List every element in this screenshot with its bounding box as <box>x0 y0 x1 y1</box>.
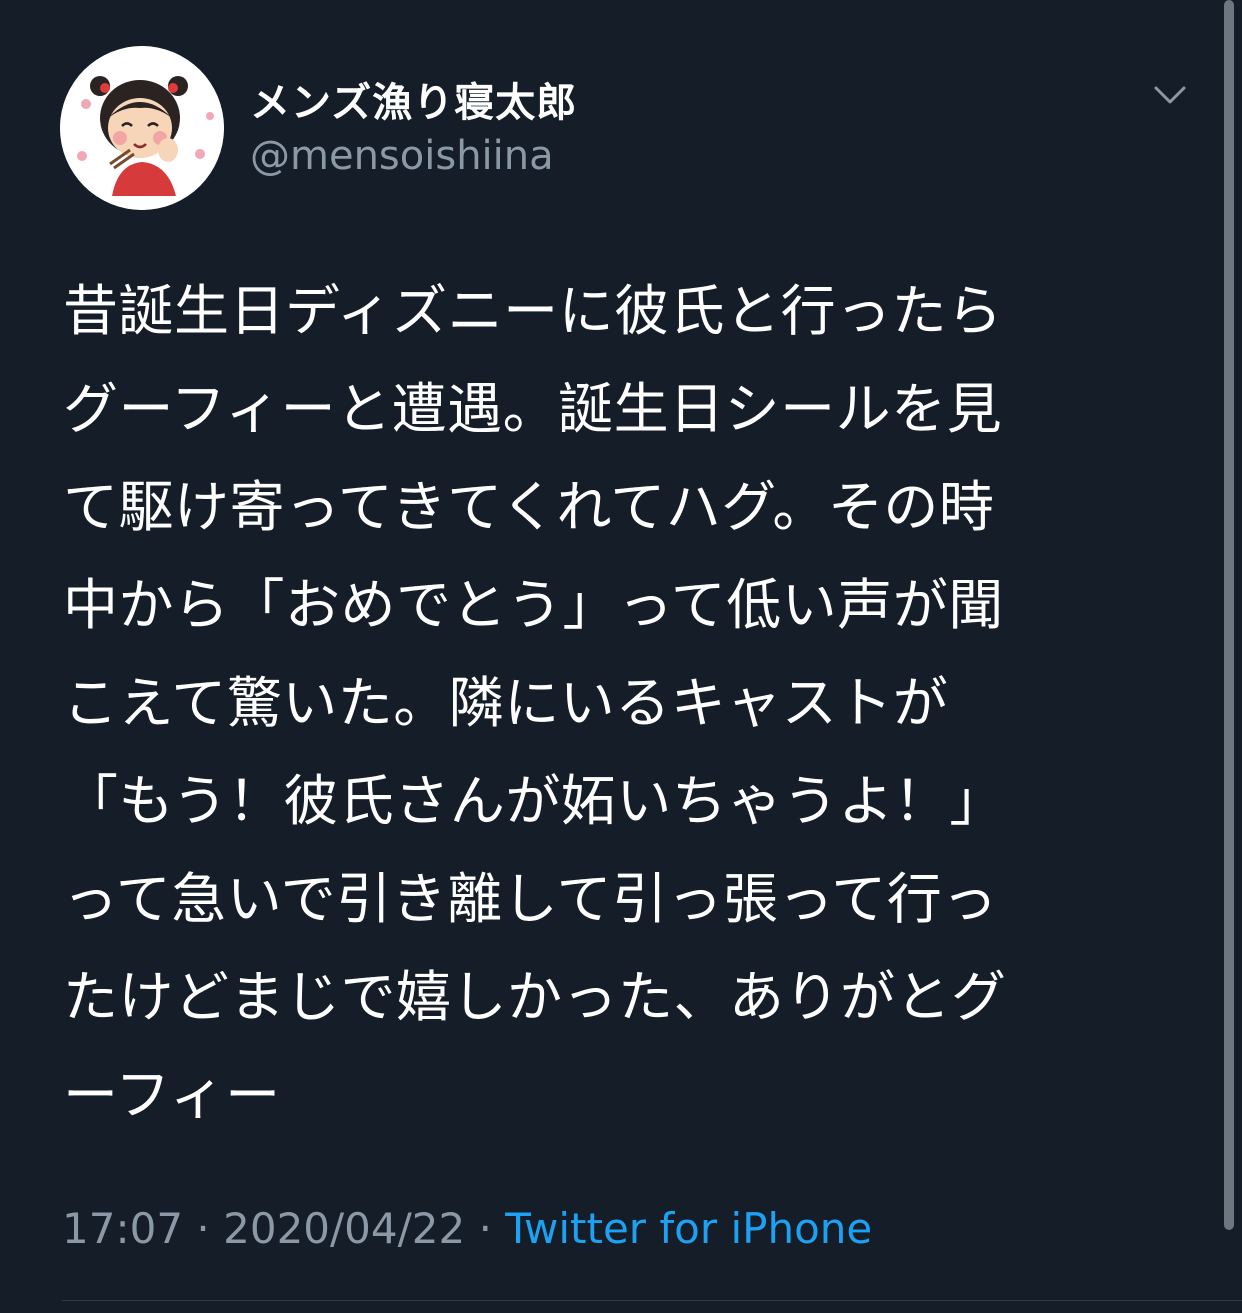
scrollbar[interactable] <box>1224 0 1234 1230</box>
tweet-text-line: 「もう！彼氏さんが妬いちゃうよ！」 <box>63 769 1005 833</box>
user-handle[interactable]: @mensoishiina <box>250 133 554 179</box>
tweet: メンズ漁り寝太郎 @mensoishiina 昔誕生日ディズニーに彼氏と行ったら… <box>0 0 1242 1313</box>
tweet-text-line: て駆け寄ってきてくれてハグ。その時 <box>63 475 995 539</box>
avatar[interactable] <box>60 46 224 210</box>
tweet-source-link[interactable]: Twitter for iPhone <box>505 1204 872 1253</box>
meta-separator: · <box>478 1204 492 1253</box>
tweet-text-line: たけどまじで嬉しかった、ありがとグ <box>63 965 1007 1029</box>
user-display-name[interactable]: メンズ漁り寝太郎 <box>250 70 577 128</box>
chevron-down-icon[interactable] <box>1150 80 1190 110</box>
divider <box>62 1300 1242 1301</box>
tweet-meta: 17:07 · 2020/04/22 · Twitter for iPhone <box>62 1204 872 1253</box>
avatar-illustration <box>60 46 224 210</box>
tweet-text-line: ーフィー <box>63 1063 281 1127</box>
tweet-date[interactable]: 2020/04/22 <box>223 1204 465 1253</box>
tweet-text-line: グーフィーと遭遇。誕生日シールを見 <box>63 377 1003 441</box>
tweet-time[interactable]: 17:07 <box>62 1204 183 1253</box>
tweet-text-line: 昔誕生日ディズニーに彼氏と行ったら <box>63 279 1003 343</box>
tweet-text-line: って急いで引き離して引っ張って行っ <box>63 867 998 931</box>
meta-separator: · <box>196 1204 210 1253</box>
tweet-text: 昔誕生日ディズニーに彼氏と行ったら グーフィーと遭遇。誕生日シールを見 て駆け寄… <box>63 262 1183 1144</box>
tweet-text-line: 中から「おめでとう」って低い声が聞 <box>63 573 1004 637</box>
tweet-text-line: こえて驚いた。隣にいるキャストが <box>63 671 949 735</box>
